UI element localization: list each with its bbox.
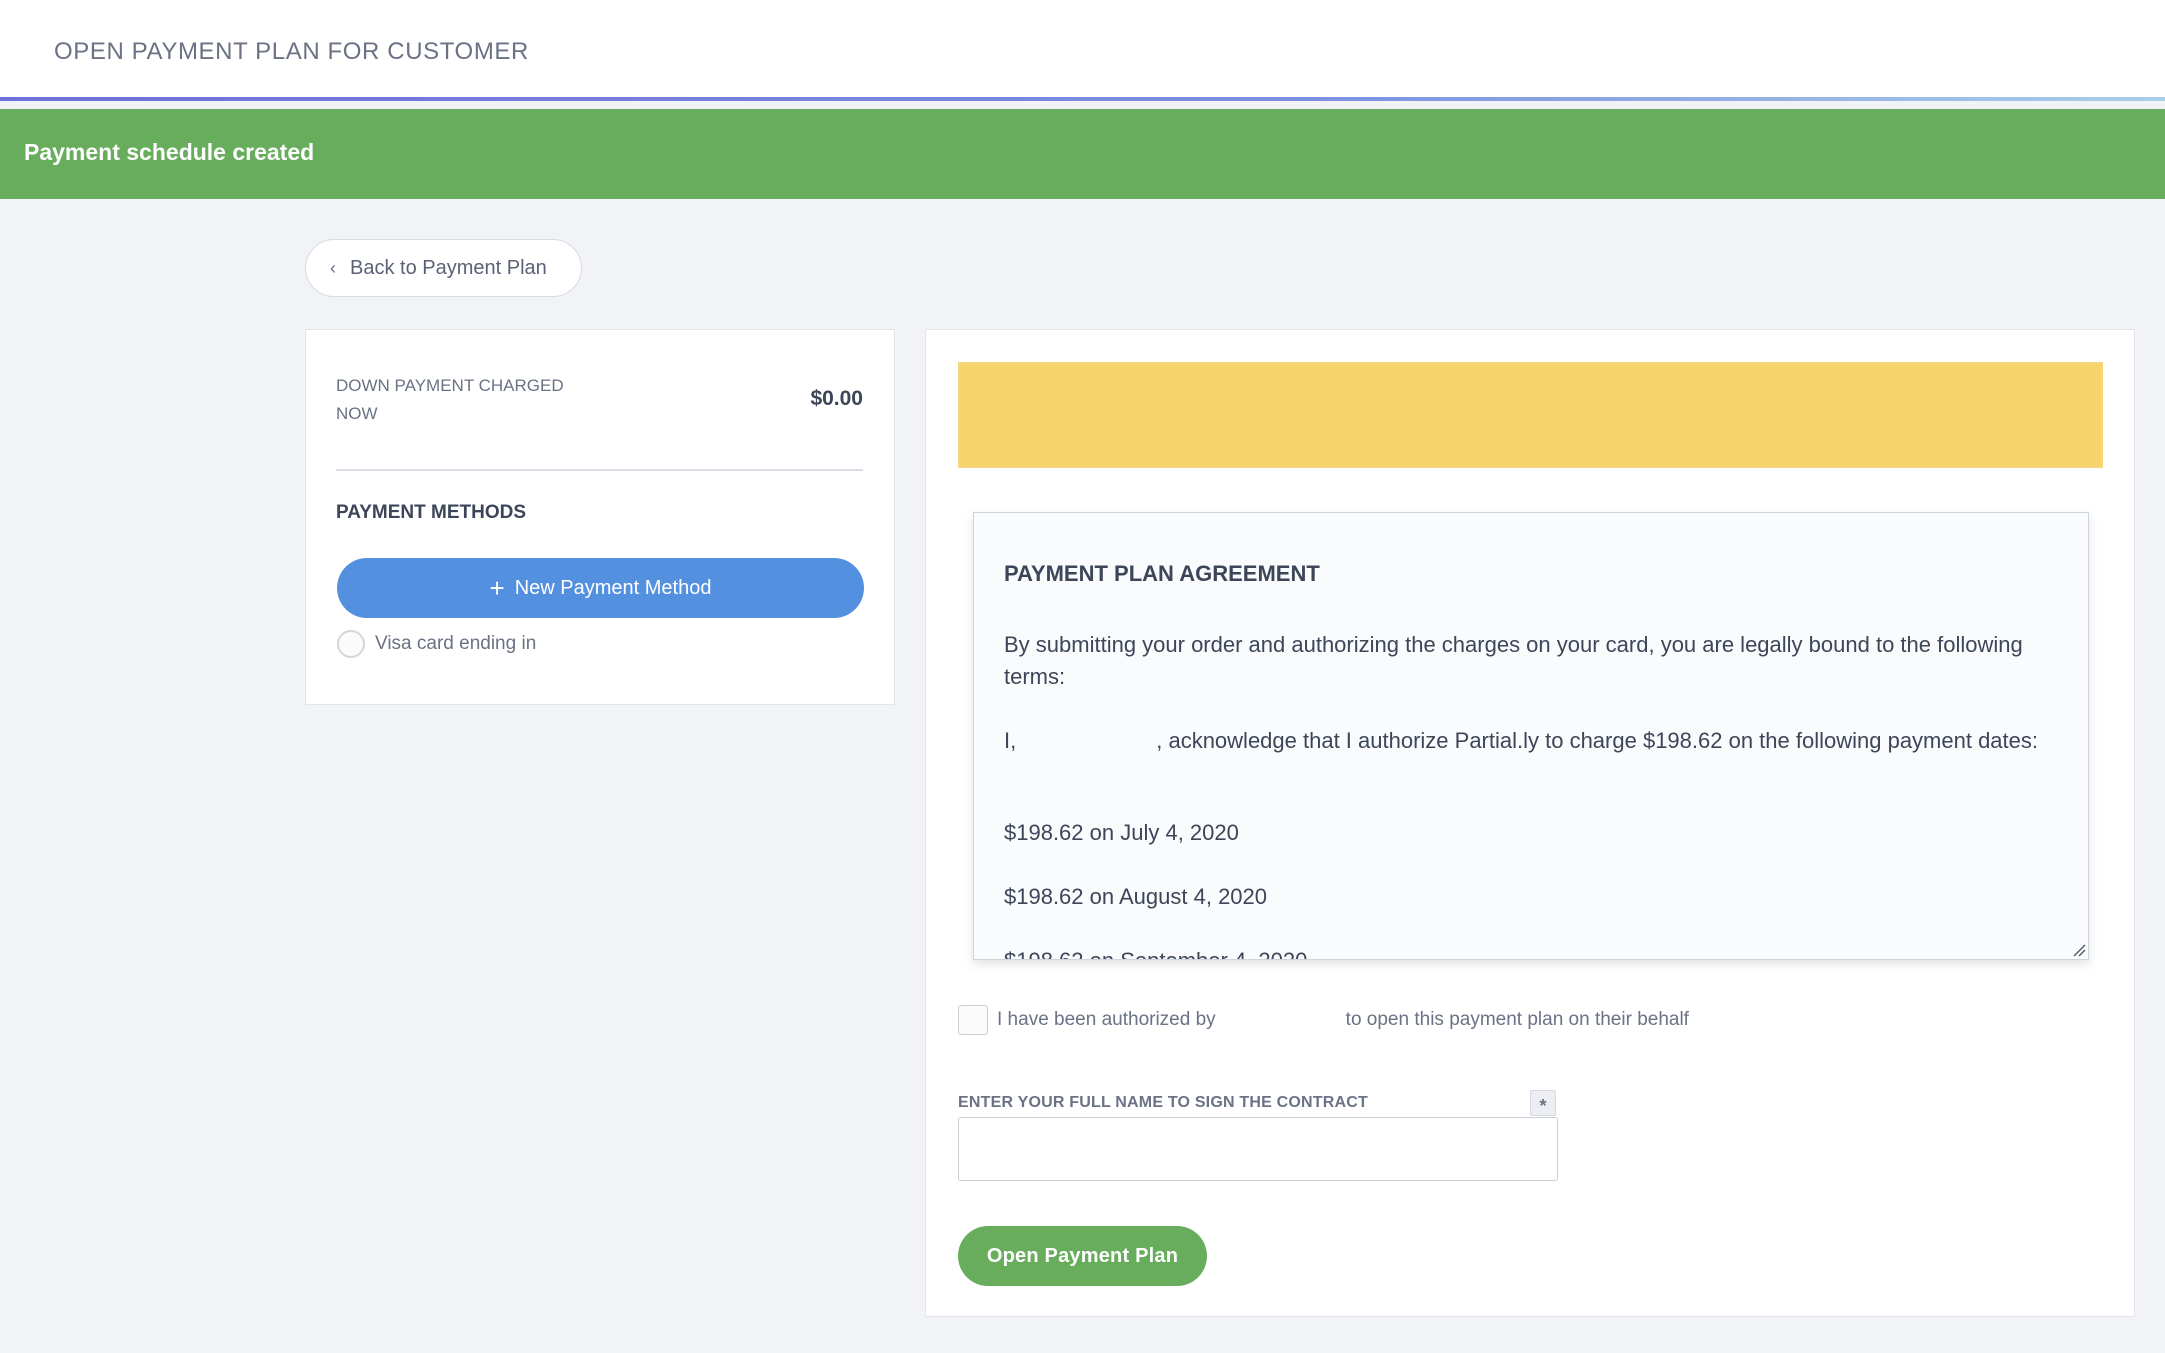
agreement-intro: By submitting your order and authorizing… (1004, 632, 2023, 689)
payment-methods-heading: PAYMENT METHODS (336, 502, 527, 523)
new-payment-method-button[interactable]: + New Payment Method (337, 558, 864, 618)
success-message: Payment schedule created (24, 139, 315, 165)
authorization-prefix: I have been authorized by (997, 1009, 1216, 1030)
success-banner: Payment schedule created (0, 109, 2165, 199)
payment-date-item: $198.62 on September 4, 2020 (1004, 945, 2054, 959)
back-button-label: Back to Payment Plan (350, 256, 547, 279)
agreement-acknowledgement: I, , acknowledge that I authorize Partial… (1004, 725, 2054, 757)
back-to-payment-plan-button[interactable]: ‹ Back to Payment Plan (305, 239, 582, 297)
agreement-card: PAYMENT PLAN AGREEMENT By submitting you… (925, 329, 2135, 1317)
payment-date-item: $198.62 on August 4, 2020 (1004, 884, 1268, 909)
ack-suffix: , acknowledge that I authorize Partial.l… (1156, 728, 2039, 753)
required-marker: * (1530, 1090, 1556, 1116)
agreement-title: PAYMENT PLAN AGREEMENT (1004, 561, 1320, 586)
down-payment-value: $0.00 (810, 387, 863, 410)
summary-divider (336, 469, 863, 471)
down-payment-label: DOWN PAYMENT CHARGED NOW (336, 376, 564, 423)
authorization-suffix: to open this payment plan on their behal… (1345, 1009, 1689, 1030)
header-accent-rule (0, 97, 2165, 101)
full-name-input[interactable] (958, 1117, 1558, 1181)
open-payment-plan-button[interactable]: Open Payment Plan (958, 1226, 1207, 1286)
saved-payment-method-label: Visa card ending in (375, 633, 537, 654)
chevron-left-icon: ‹ (330, 257, 336, 278)
authorization-row: I have been authorized by to open this p… (958, 1005, 1689, 1035)
payment-summary-card: DOWN PAYMENT CHARGED NOW $0.00 PAYMENT M… (305, 329, 895, 705)
notice-box (958, 362, 2103, 468)
signature-label: ENTER YOUR FULL NAME TO SIGN THE CONTRAC… (958, 1094, 1368, 1111)
payment-method-radio[interactable] (337, 630, 365, 658)
payment-date-item: $198.62 on July 4, 2020 (1004, 820, 1239, 845)
agreement-textarea[interactable]: PAYMENT PLAN AGREEMENT By submitting you… (973, 512, 2089, 960)
authorization-checkbox[interactable] (958, 1005, 988, 1035)
ack-prefix: I, (1004, 728, 1017, 753)
top-bar: OPEN PAYMENT PLAN FOR CUSTOMER (0, 0, 2165, 101)
new-payment-method-label: New Payment Method (514, 576, 712, 599)
page-title: OPEN PAYMENT PLAN FOR CUSTOMER (54, 38, 529, 65)
saved-payment-method[interactable]: Visa card ending in (337, 630, 536, 658)
plus-icon: + (489, 573, 505, 603)
resize-grip-icon[interactable] (2072, 943, 2086, 957)
